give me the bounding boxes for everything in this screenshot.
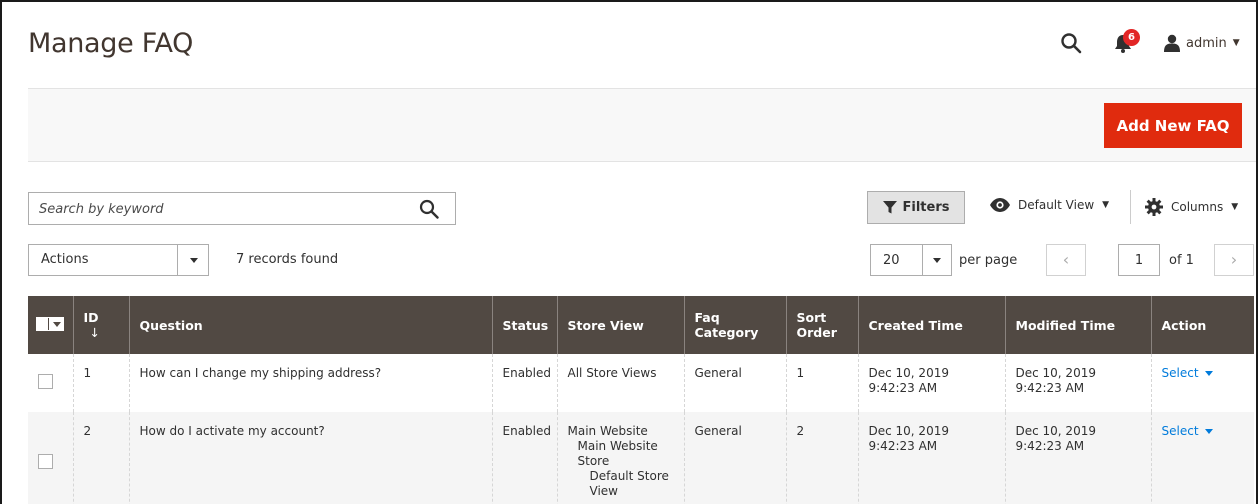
cell-action: Select bbox=[1151, 354, 1254, 412]
store-view-line: Main Website bbox=[567, 424, 648, 438]
column-header-store-view[interactable]: Store View bbox=[557, 296, 685, 354]
page-actions-bar: Add New FAQ bbox=[28, 88, 1256, 162]
search-icon[interactable] bbox=[419, 199, 439, 219]
row-action-select[interactable]: Select bbox=[1162, 424, 1213, 439]
actions-label: Actions bbox=[41, 252, 89, 267]
add-new-faq-button[interactable]: Add New FAQ bbox=[1104, 103, 1242, 148]
cell-created: Dec 10, 2019 9:42:23 AM bbox=[858, 354, 1006, 412]
store-view-line: Main Website Store bbox=[577, 439, 658, 468]
mass-select-dropdown[interactable] bbox=[36, 317, 64, 331]
row-checkbox-cell bbox=[28, 354, 74, 412]
user-name: admin bbox=[1186, 35, 1227, 51]
mass-select-header[interactable] bbox=[28, 296, 74, 354]
per-page-label: per page bbox=[959, 253, 1018, 268]
toolbar-divider bbox=[1130, 190, 1131, 224]
view-label: Default View bbox=[1018, 198, 1095, 212]
chevron-down-icon bbox=[190, 258, 198, 263]
search-icon[interactable] bbox=[1060, 32, 1082, 54]
cell-action: Select bbox=[1151, 412, 1254, 504]
chevron-down-icon bbox=[49, 318, 63, 330]
view-switcher[interactable]: Default View ▼ bbox=[990, 198, 1109, 212]
cell-sort-order: 1 bbox=[786, 354, 859, 412]
column-header-modified-time[interactable]: Modified Time bbox=[1005, 296, 1152, 354]
table-row[interactable]: 1 How can I change my shipping address? … bbox=[28, 354, 1254, 412]
keyword-search bbox=[28, 192, 456, 225]
chevron-down-icon: ▼ bbox=[1231, 202, 1239, 212]
chevron-down-icon bbox=[1204, 371, 1213, 376]
chevron-down-icon: ▼ bbox=[1102, 200, 1110, 210]
admin-page: Manage FAQ 6 admin ▼ Add New FAQ Filters bbox=[0, 0, 1258, 504]
column-header-question[interactable]: Question bbox=[129, 296, 493, 354]
per-page-select[interactable]: 20 bbox=[870, 244, 952, 276]
cell-category: General bbox=[684, 412, 787, 504]
cell-store-view: Main Website Main Website Store Default … bbox=[557, 412, 685, 504]
cell-question: How do I activate my account? bbox=[129, 412, 493, 504]
row-checkbox-cell bbox=[28, 412, 74, 504]
row-checkbox[interactable] bbox=[38, 374, 53, 389]
page-total: of 1 bbox=[1169, 253, 1194, 268]
select-divider bbox=[922, 245, 923, 275]
notification-badge[interactable]: 6 bbox=[1123, 29, 1140, 46]
funnel-icon bbox=[882, 201, 897, 214]
column-header-faq-category[interactable]: Faq Category bbox=[684, 296, 787, 354]
cell-id: 2 bbox=[73, 412, 130, 504]
search-input[interactable] bbox=[39, 199, 399, 219]
filters-label: Filters bbox=[902, 200, 950, 215]
gear-icon bbox=[1145, 198, 1163, 216]
page-title: Manage FAQ bbox=[28, 28, 194, 59]
chevron-down-icon bbox=[933, 258, 941, 263]
sort-arrow-icon: ↓ bbox=[89, 325, 100, 340]
cell-status: Enabled bbox=[492, 412, 558, 504]
checkbox-icon bbox=[37, 318, 49, 330]
columns-label: Columns bbox=[1171, 200, 1224, 214]
cell-question: How can I change my shipping address? bbox=[129, 354, 493, 412]
column-header-created-time[interactable]: Created Time bbox=[858, 296, 1006, 354]
next-page-button[interactable]: › bbox=[1214, 244, 1254, 276]
user-icon bbox=[1164, 34, 1180, 52]
columns-control[interactable]: Columns ▼ bbox=[1145, 198, 1238, 216]
column-header-id[interactable]: ID ↓ bbox=[73, 296, 130, 354]
row-checkbox[interactable] bbox=[38, 454, 53, 469]
row-action-select[interactable]: Select bbox=[1162, 366, 1213, 381]
faq-grid: ID ↓ Question Status Store View Faq Cate… bbox=[28, 296, 1254, 504]
column-header-action: Action bbox=[1151, 296, 1254, 354]
page-number-input[interactable] bbox=[1118, 244, 1160, 276]
cell-status: Enabled bbox=[492, 354, 558, 412]
select-divider bbox=[177, 245, 178, 275]
store-view-line: All Store Views bbox=[567, 366, 657, 380]
eye-icon bbox=[990, 198, 1010, 212]
cell-modified: Dec 10, 2019 9:42:23 AM bbox=[1005, 412, 1152, 504]
user-menu[interactable]: admin ▼ bbox=[1164, 32, 1240, 54]
cell-id: 1 bbox=[73, 354, 130, 412]
per-page-value: 20 bbox=[883, 253, 900, 268]
cell-modified: Dec 10, 2019 9:42:23 AM bbox=[1005, 354, 1152, 412]
filters-button[interactable]: Filters bbox=[867, 191, 965, 224]
chevron-down-icon bbox=[1204, 429, 1213, 434]
chevron-down-icon: ▼ bbox=[1232, 38, 1240, 48]
table-row[interactable]: 2 How do I activate my account? Enabled … bbox=[28, 412, 1254, 504]
cell-category: General bbox=[684, 354, 787, 412]
cell-store-view: All Store Views bbox=[557, 354, 685, 412]
column-header-sort-order[interactable]: Sort Order bbox=[786, 296, 859, 354]
column-header-status[interactable]: Status bbox=[492, 296, 558, 354]
records-count: 7 records found bbox=[236, 252, 339, 267]
cell-sort-order: 2 bbox=[786, 412, 859, 504]
store-view-line: Default Store View bbox=[589, 469, 669, 498]
previous-page-button[interactable]: ‹ bbox=[1046, 244, 1086, 276]
mass-actions-select[interactable]: Actions bbox=[28, 244, 209, 276]
cell-created: Dec 10, 2019 9:42:23 AM bbox=[858, 412, 1006, 504]
grid-header-row: ID ↓ Question Status Store View Faq Cate… bbox=[28, 296, 1254, 354]
